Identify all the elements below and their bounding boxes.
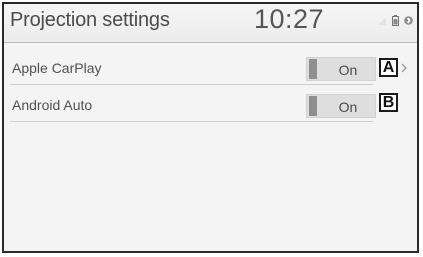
chevron-right-icon <box>401 60 407 78</box>
android-auto-toggle[interactable]: On <box>306 94 376 118</box>
toggle-indicator <box>309 96 317 116</box>
projection-settings-screen: Projection settings 10:27 Apple CarPlay … <box>2 2 419 253</box>
callout-label-a: A <box>379 58 398 77</box>
page-title: Projection settings <box>10 9 170 31</box>
toggle-state-label: On <box>338 62 358 78</box>
status-icons <box>377 15 413 29</box>
battery-icon <box>392 13 399 31</box>
header-bar: Projection settings 10:27 <box>4 4 417 43</box>
toggle-indicator <box>309 59 317 79</box>
callout-label-b: B <box>379 93 398 112</box>
apple-carplay-toggle[interactable]: On <box>306 57 376 81</box>
toggle-state-label: On <box>338 99 358 115</box>
setting-row-android-auto[interactable]: Android Auto On <box>10 89 376 122</box>
setting-row-apple-carplay[interactable]: Apple CarPlay On <box>10 52 376 85</box>
signal-icon <box>377 13 387 31</box>
setting-label-apple-carplay: Apple CarPlay <box>12 60 102 76</box>
clock: 10:27 <box>254 4 325 34</box>
settings-list: Apple CarPlay On Android Auto On <box>4 52 417 122</box>
bluetooth-icon <box>404 13 413 31</box>
setting-label-android-auto: Android Auto <box>12 97 93 113</box>
